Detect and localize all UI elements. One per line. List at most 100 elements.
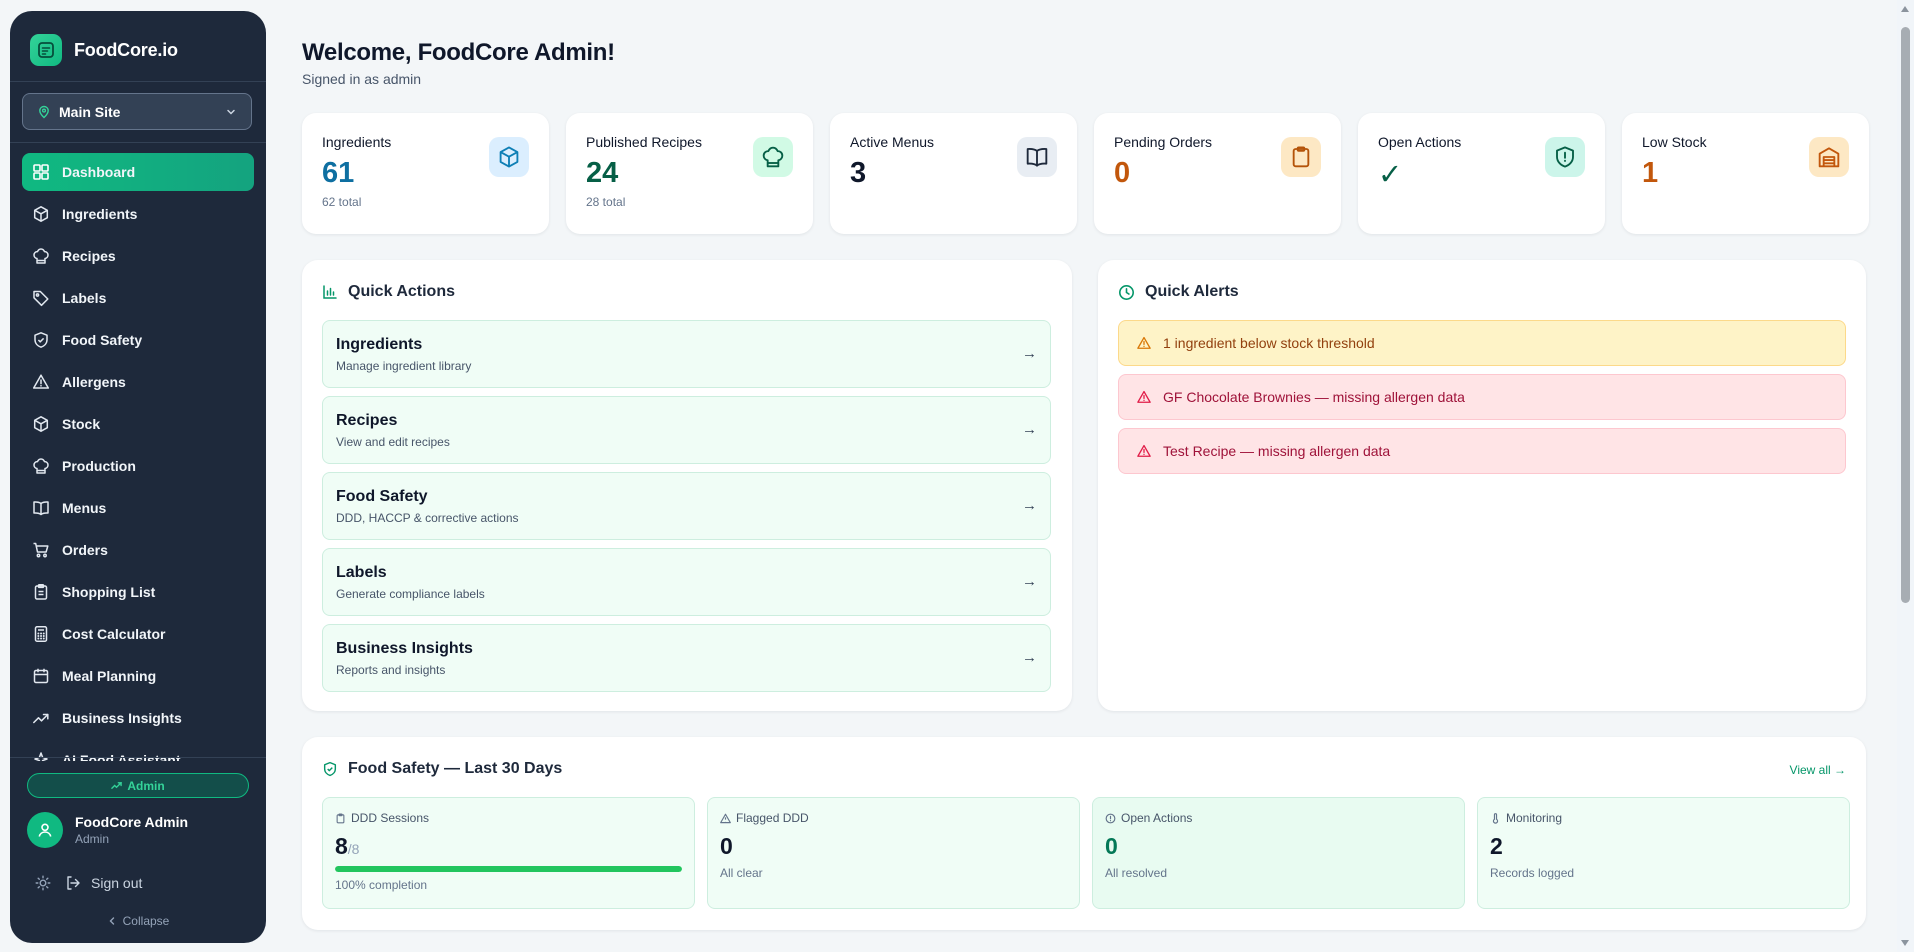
user-profile[interactable]: FoodCore Admin Admin [27,812,188,848]
alert-text: 1 ingredient below stock threshold [1163,335,1375,351]
quick-action-ingredients[interactable]: Ingredients Manage ingredient library → [322,320,1051,388]
sidebar-item-meal-planning[interactable]: Meal Planning [22,657,254,695]
stat-card-active-menus[interactable]: Active Menus 3 [830,113,1077,234]
site-selector[interactable]: Main Site [22,93,252,130]
theme-toggle-sun-icon[interactable] [35,875,51,891]
arrow-right-icon: → [1022,345,1037,362]
fs-value-denom: /8 [347,841,360,857]
fs-card-open-actions[interactable]: Open Actions 0 All resolved [1092,797,1465,909]
fs-value-number: 8 [335,833,348,859]
fs-label: Flagged DDD [720,811,1067,825]
warning-icon [1137,390,1151,404]
progress-fill [335,866,682,872]
user-name: FoodCore Admin [75,814,189,830]
quick-action-business-insights[interactable]: Business Insights Reports and insights → [322,624,1051,692]
alert-missing-allergen[interactable]: Test Recipe — missing allergen data [1118,428,1846,474]
sign-out-button[interactable]: Sign out [65,875,142,891]
book-icon [1017,137,1057,177]
sidebar-item-label: Food Safety [62,332,143,348]
fs-card-ddd-sessions[interactable]: DDD Sessions 8/8 100% completion [322,797,695,909]
stat-card-ingredients[interactable]: Ingredients 61 62 total [302,113,549,234]
quick-action-desc: Manage ingredient library [336,359,472,373]
sidebar-item-food-safety[interactable]: Food Safety [22,321,254,359]
brand[interactable]: FoodCore.io [30,32,178,68]
shield-alert-icon [1545,137,1585,177]
quick-action-desc: View and edit recipes [336,435,450,449]
sidebar-item-recipes[interactable]: Recipes [22,237,254,275]
quick-alerts-title: Quick Alerts [1145,283,1239,300]
fs-card-monitoring[interactable]: Monitoring 2 Records logged [1477,797,1850,909]
progress-bar [335,866,682,872]
quick-action-food-safety[interactable]: Food Safety DDD, HACCP & corrective acti… [322,472,1051,540]
quick-actions-title: Quick Actions [348,283,455,300]
quick-action-labels[interactable]: Labels Generate compliance labels → [322,548,1051,616]
sidebar-item-dashboard[interactable]: Dashboard [22,153,254,191]
stat-card-low-stock[interactable]: Low Stock 1 [1622,113,1869,234]
stat-card-open-actions[interactable]: Open Actions ✓ [1358,113,1605,234]
quick-actions-panel: Quick Actions Ingredients Manage ingredi… [302,260,1072,711]
fs-label: DDD Sessions [335,811,682,825]
site-selector-value: Main Site [59,103,121,120]
alerts-list: 1 ingredient below stock threshold GF Ch… [1118,320,1846,482]
tag-icon [32,289,50,307]
chevron-left-icon [107,916,117,926]
avatar [27,812,63,848]
page-scrollbar[interactable] [1897,0,1914,952]
fs-sub: All resolved [1105,866,1168,880]
sidebar-item-stock[interactable]: Stock [22,405,254,443]
collapse-label: Collapse [122,914,170,928]
sidebar-item-label: Ingredients [62,206,138,222]
fs-label: Open Actions [1105,811,1452,825]
shield-icon [32,331,50,349]
quick-action-title: Labels [336,564,387,581]
panel-title: Quick Alerts [1118,283,1239,301]
sidebar-item-label: Recipes [62,248,116,264]
quick-action-recipes[interactable]: Recipes View and edit recipes → [322,396,1051,464]
alert-low-stock[interactable]: 1 ingredient below stock threshold [1118,320,1846,366]
sidebar-item-ingredients[interactable]: Ingredients [22,195,254,233]
fs-value: 0 [1105,833,1118,859]
sidebar-item-labels[interactable]: Labels [22,279,254,317]
sidebar-item-business-insights[interactable]: Business Insights [22,699,254,737]
scroll-down-arrow-icon[interactable] [1901,940,1909,946]
bar-chart-icon [322,284,338,300]
fs-value: 8/8 [335,833,682,860]
divider [10,757,266,758]
warning-icon [32,373,50,391]
map-pin-icon [37,105,51,119]
sidebar-item-label: Dashboard [62,164,136,180]
app-logo-icon [30,34,62,66]
scroll-up-arrow-icon[interactable] [1901,6,1909,12]
scrollbar-thumb[interactable] [1901,27,1910,603]
box-icon [32,205,50,223]
fs-card-flagged-ddd[interactable]: Flagged DDD 0 All clear [707,797,1080,909]
alert-missing-allergen[interactable]: GF Chocolate Brownies — missing allergen… [1118,374,1846,420]
panel-title: Food Safety — Last 30 Days [322,760,562,778]
view-all-link[interactable]: View all → [1790,763,1846,777]
sidebar-item-orders[interactable]: Orders [22,531,254,569]
arrow-right-icon: → [1022,573,1037,590]
box-icon [32,415,50,433]
fs-label-text: Open Actions [1121,811,1193,825]
sidebar-item-cost-calculator[interactable]: Cost Calculator [22,615,254,653]
sidebar-item-allergens[interactable]: Allergens [22,363,254,401]
sidebar-item-label: Business Insights [62,710,182,726]
collapse-button[interactable]: Collapse [10,914,266,928]
arrow-right-icon: → [1022,421,1037,438]
sidebar: FoodCore.io Main Site Dashboard Ingredie… [10,11,266,943]
sidebar-item-production[interactable]: Production [22,447,254,485]
warning-icon [720,813,731,824]
sidebar-item-menus[interactable]: Menus [22,489,254,527]
chef-hat-icon [32,247,50,265]
stat-card-published-recipes[interactable]: Published Recipes 24 28 total [566,113,813,234]
calendar-icon [32,667,50,685]
stat-sub: 28 total [586,195,626,209]
stat-sub: 62 total [322,195,362,209]
sidebar-item-shopping-list[interactable]: Shopping List [22,573,254,611]
stat-card-pending-orders[interactable]: Pending Orders 0 [1094,113,1341,234]
logout-icon [65,875,81,891]
brand-name: FoodCore.io [74,39,178,60]
warning-icon [1137,336,1151,350]
book-icon [32,499,50,517]
sidebar-item-ai-food-assistant[interactable]: AI Food Assistant [22,741,254,761]
